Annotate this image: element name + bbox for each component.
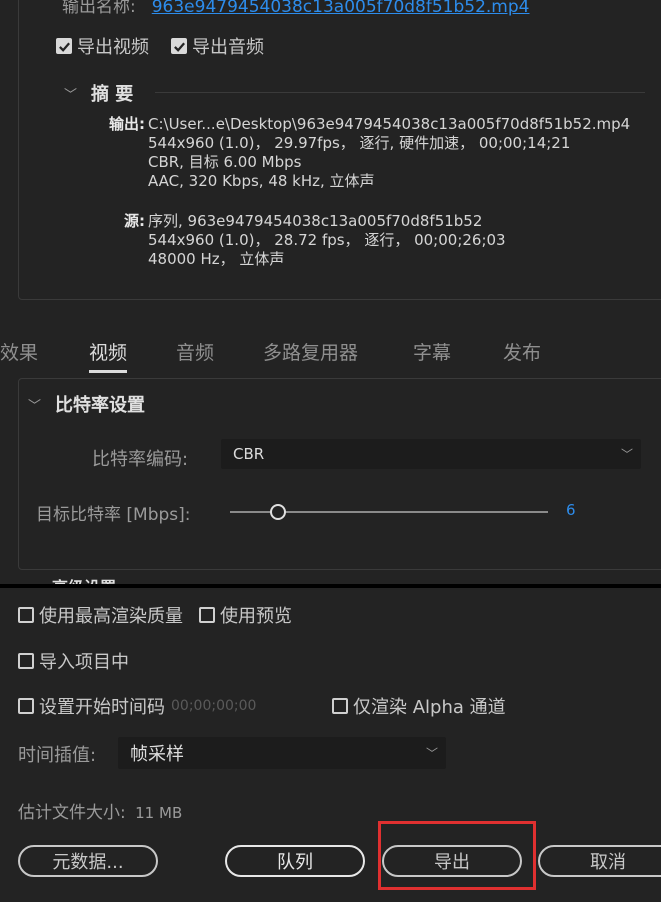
bitrate-section-toggle[interactable]: ﹀ 比特率设置 [28, 391, 145, 417]
max-render-quality-checkbox[interactable]: 使用最高渲染质量 [18, 602, 183, 628]
summary-source-line: 48000 Hz， 立体声 [148, 250, 285, 268]
estimated-size-value: 11 MB [135, 804, 183, 822]
output-name-label: 输出名称: [62, 0, 136, 17]
tab-captions[interactable]: 字幕 [413, 338, 451, 365]
chevron-down-icon: ﹀ [64, 87, 78, 103]
set-start-timecode-label: 设置开始时间码 [39, 697, 165, 718]
import-into-project-checkbox[interactable]: 导入项目中 [18, 648, 129, 674]
summary-output-line: C:\User...e\Desktop\963e9479454038c13a00… [148, 115, 631, 133]
export-video-label: 导出视频 [77, 37, 149, 58]
render-options-row: 使用最高渲染质量 使用预览 [18, 602, 292, 628]
export-settings-window: 输出名称: 963e9479454038c13a005f70d8f51b52.mp… [0, 0, 661, 902]
checkbox-checked-icon [56, 38, 72, 54]
bitrate-encoding-value: CBR [233, 445, 265, 463]
summary-output-line: 544x960 (1.0)， 29.97fps， 逐行, 硬件加速， 00;00… [148, 134, 571, 152]
checkbox-unchecked-icon [332, 698, 348, 714]
output-name-row: 输出名称: 963e9479454038c13a005f70d8f51b52.mp… [62, 0, 529, 17]
chevron-down-icon: ﹀ [28, 398, 42, 414]
checkbox-unchecked-icon [18, 698, 34, 714]
settings-tabs: 效果 视频 音频 多路复用器 字幕 发布 [0, 338, 661, 373]
tab-video[interactable]: 视频 [89, 338, 128, 373]
bitrate-title: 比特率设置 [55, 395, 146, 416]
summary-source-line: 序列, 963e9479454038c13a005f70d8f51b52 [148, 212, 483, 230]
metadata-button[interactable]: 元数据... [18, 845, 158, 877]
output-name-link[interactable]: 963e9479454038c13a005f70d8f51b52.mp4 [152, 0, 530, 17]
time-interpolation-label: 时间插值: [18, 745, 97, 766]
advanced-settings-heading: 高级设置 [52, 575, 116, 584]
cancel-button[interactable]: 取消 [538, 845, 661, 877]
export-audio-label: 导出音频 [192, 37, 264, 58]
divider [155, 92, 645, 93]
summary-title: 摘 要 [91, 84, 134, 105]
export-audio-checkbox[interactable]: 导出音频 [171, 33, 264, 59]
summary-section-toggle[interactable]: ﹀ 摘 要 [64, 80, 133, 106]
time-interpolation-value: 帧采样 [130, 744, 184, 765]
summary-output-line: CBR, 目标 6.00 Mbps [148, 153, 302, 171]
tab-audio[interactable]: 音频 [176, 338, 214, 365]
estimated-size-label: 估计文件大小: [18, 803, 126, 823]
checkbox-unchecked-icon [199, 607, 215, 623]
import-row: 导入项目中 [18, 648, 129, 674]
time-interpolation-select[interactable]: 帧采样 ﹀ [118, 737, 446, 769]
checkbox-unchecked-icon [18, 607, 34, 623]
summary-source-label: 源: [124, 212, 145, 230]
target-bitrate-label: 目标比特率 [Mbps]: [36, 505, 191, 525]
summary-output-line: AAC, 320 Kbps, 48 kHz, 立体声 [148, 172, 375, 190]
bitrate-encoding-select[interactable]: CBR ﹀ [221, 439, 641, 469]
export-av-row: 导出视频 导出音频 [56, 33, 264, 59]
target-bitrate-slider[interactable] [230, 504, 548, 520]
start-timecode-field[interactable]: 00;00;00;00 [171, 698, 256, 714]
render-alpha-only-label: 仅渲染 Alpha 通道 [353, 697, 506, 718]
tab-effects[interactable]: 效果 [0, 338, 38, 365]
summary-output-label: 输出: [109, 115, 145, 133]
export-video-checkbox[interactable]: 导出视频 [56, 33, 149, 59]
use-previews-label: 使用预览 [220, 606, 292, 627]
chevron-down-icon: ﹀ [620, 447, 633, 462]
max-render-quality-label: 使用最高渲染质量 [39, 606, 183, 627]
estimated-file-size: 估计文件大小: 11 MB [18, 798, 182, 823]
divider [0, 584, 661, 588]
summary-source-line: 544x960 (1.0)， 28.72 fps， 逐行， 00;00;26;0… [148, 231, 506, 249]
bitrate-encoding-label: 比特率编码: [92, 449, 189, 470]
import-into-project-label: 导入项目中 [39, 652, 129, 673]
target-bitrate-value[interactable]: 6 [566, 501, 576, 519]
timecode-row: 设置开始时间码 00;00;00;00 [18, 693, 256, 719]
chevron-down-icon: ﹀ [425, 746, 438, 761]
tab-multiplexer[interactable]: 多路复用器 [263, 338, 358, 365]
set-start-timecode-checkbox[interactable]: 设置开始时间码 [18, 693, 165, 719]
export-button-highlight [378, 821, 536, 890]
alpha-row: 仅渲染 Alpha 通道 [332, 693, 506, 719]
checkbox-unchecked-icon [18, 653, 34, 669]
slider-handle[interactable] [269, 504, 286, 520]
tab-publish[interactable]: 发布 [503, 338, 541, 365]
queue-button[interactable]: 队列 [225, 845, 365, 877]
render-alpha-only-checkbox[interactable]: 仅渲染 Alpha 通道 [332, 693, 506, 719]
use-previews-checkbox[interactable]: 使用预览 [199, 602, 292, 628]
checkbox-checked-icon [171, 38, 187, 54]
